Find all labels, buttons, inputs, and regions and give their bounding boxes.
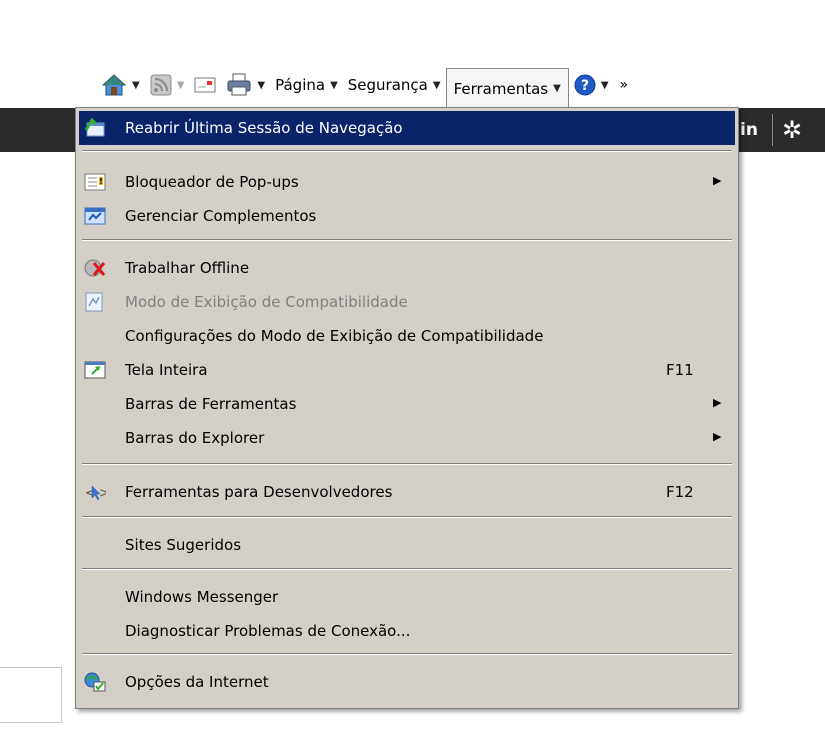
menu-item-internet-options[interactable]: Opções da Internet [79, 665, 735, 699]
page-text-input[interactable] [0, 667, 62, 723]
menu-separator [82, 150, 732, 152]
menu-item-label: Tela Inteira [125, 361, 208, 379]
security-menu-label: Segurança [347, 76, 428, 94]
reopen-session-icon [84, 118, 105, 137]
popup-blocker-icon: ! [84, 173, 106, 191]
menu-item-label: Reabrir Última Sessão de Navegação [125, 119, 403, 137]
menu-item-developer-tools[interactable]: < > Ferramentas para Desenvolvedores F12 [79, 475, 735, 509]
read-mail-icon [194, 77, 216, 93]
menu-item-windows-messenger[interactable]: Windows Messenger [79, 580, 735, 614]
submenu-arrow-icon: ▶ [713, 396, 722, 409]
menu-separator [82, 653, 732, 655]
svg-text:>: > [99, 486, 106, 501]
read-mail-button[interactable] [189, 67, 221, 103]
security-menu-button[interactable]: Segurança ▼ [343, 67, 446, 103]
gear-icon[interactable]: ✲ [782, 116, 802, 144]
svg-text:?: ? [581, 78, 589, 94]
menu-item-label: Sites Sugeridos [125, 536, 242, 554]
menu-item-label: Modo de Exibição de Compatibilidade [125, 293, 408, 311]
chevron-down-icon: ▼ [330, 79, 338, 91]
home-icon [101, 74, 127, 96]
shortcut-label: F12 [666, 483, 694, 501]
full-screen-icon [84, 361, 106, 379]
rss-feed-icon [150, 74, 172, 96]
page-menu-label: Página [275, 76, 326, 94]
feeds-button[interactable]: ▼ [145, 67, 190, 103]
sign-in-link[interactable]: in [740, 120, 758, 140]
work-offline-icon [84, 259, 106, 277]
menu-item-label: Barras de Ferramentas [125, 395, 297, 413]
shortcut-label: F11 [666, 361, 694, 379]
menu-item-manage-addons[interactable]: Gerenciar Complementos [79, 199, 735, 233]
chevron-down-icon[interactable]: ▼ [177, 80, 185, 91]
chevron-down-icon: ▼ [432, 79, 441, 91]
toolbar-divider [772, 114, 773, 146]
menu-item-compatibility-settings[interactable]: Configurações do Modo de Exibição de Com… [79, 319, 735, 353]
chevron-down-icon[interactable]: ▼ [132, 80, 140, 91]
home-button[interactable]: ▼ [96, 67, 145, 103]
submenu-arrow-icon: ▶ [713, 430, 722, 443]
menu-item-toolbars[interactable]: Barras de Ferramentas ▶ [79, 387, 735, 421]
tools-dropdown-menu: Reabrir Última Sessão de Navegação ! Blo… [75, 107, 739, 709]
printer-icon [227, 73, 251, 96]
menu-item-label: Bloqueador de Pop-ups [125, 173, 299, 191]
command-bar: ▼ ▼ ▼ Página ▼ Segurança ▼ Ferramentas ▼… [96, 62, 629, 109]
tools-menu-label: Ferramentas [453, 79, 549, 98]
menu-separator [82, 239, 732, 241]
menu-item-reopen-session[interactable]: Reabrir Última Sessão de Navegação [79, 111, 735, 145]
menu-item-label: Windows Messenger [125, 588, 279, 606]
chevron-down-icon: ▼ [553, 83, 561, 94]
help-button[interactable]: ? ▼ [569, 67, 614, 103]
menu-item-popup-blocker[interactable]: ! Bloqueador de Pop-ups ▶ [79, 165, 735, 199]
tools-menu-button[interactable]: Ferramentas ▼ [445, 67, 569, 109]
menu-item-suggested-sites[interactable]: Sites Sugeridos [79, 528, 735, 562]
menu-item-label: Gerenciar Complementos [125, 207, 317, 225]
developer-tools-icon: < > [85, 485, 106, 501]
menu-item-full-screen[interactable]: Tela Inteira F11 [79, 353, 735, 387]
svg-text:!: ! [99, 177, 103, 186]
menu-item-compatibility-view[interactable]: Modo de Exibição de Compatibilidade [79, 285, 735, 319]
menu-item-label: Ferramentas para Desenvolvedores [125, 483, 393, 501]
menu-separator [82, 516, 732, 518]
submenu-arrow-icon: ▶ [713, 174, 722, 187]
menu-item-label: Configurações do Modo de Exibição de Com… [125, 327, 544, 345]
menu-item-diagnose-connection[interactable]: Diagnosticar Problemas de Conexão... [79, 614, 735, 648]
menu-item-label: Trabalhar Offline [125, 259, 250, 277]
menu-separator [82, 463, 732, 465]
menu-separator [82, 568, 732, 570]
menu-item-label: Diagnosticar Problemas de Conexão... [125, 622, 411, 640]
menu-item-work-offline[interactable]: Trabalhar Offline [79, 251, 735, 285]
menu-item-label: Opções da Internet [125, 673, 269, 691]
chevron-down-icon[interactable]: ▼ [257, 80, 265, 91]
print-button[interactable]: ▼ [221, 67, 270, 103]
chevron-down-icon: ▼ [600, 79, 609, 91]
manage-addons-icon [84, 207, 106, 225]
menu-item-explorer-bars[interactable]: Barras do Explorer ▶ [79, 421, 735, 455]
page-menu-button[interactable]: Página ▼ [270, 67, 343, 103]
internet-options-icon [84, 672, 106, 692]
help-icon: ? [574, 74, 596, 96]
menu-item-label: Barras do Explorer [125, 429, 265, 447]
more-commands-chevron[interactable]: » [620, 77, 629, 93]
compatibility-view-icon [85, 292, 103, 312]
